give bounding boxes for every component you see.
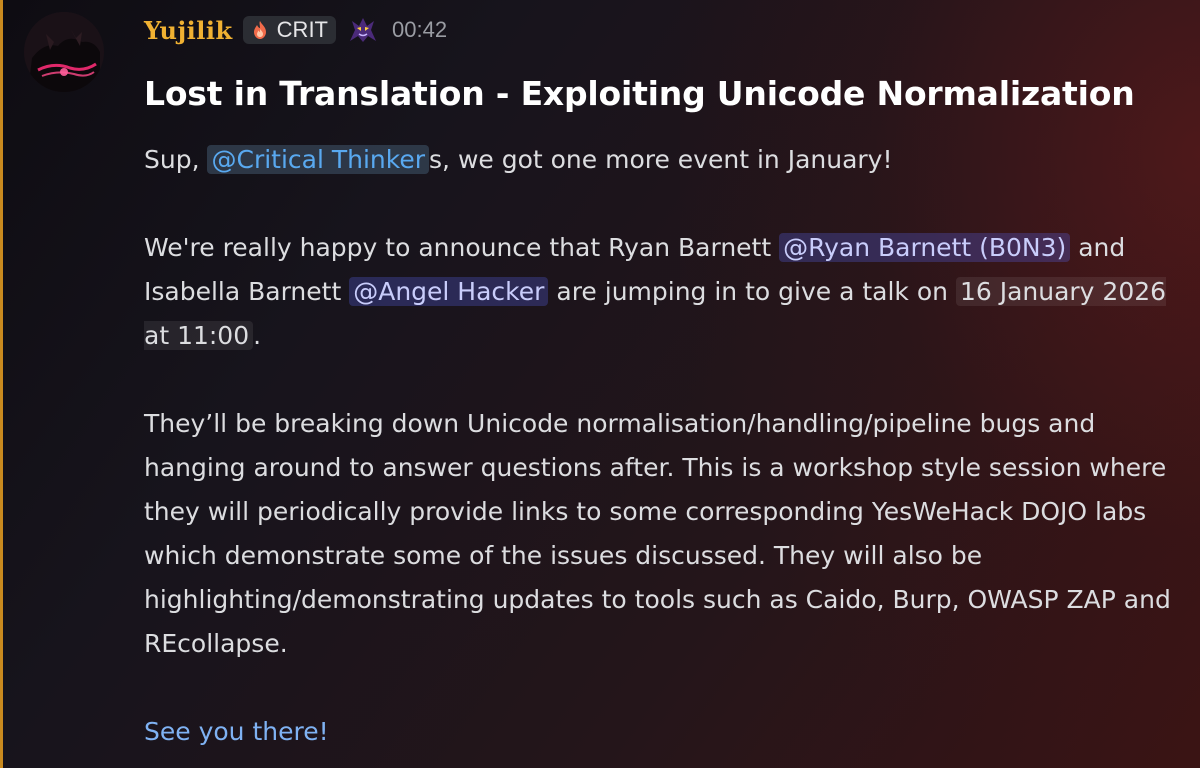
- message-header: Yujilik CRIT 00:42: [144, 12, 447, 48]
- message-body: Sup, @Critical Thinker s, we got one more…: [144, 138, 1184, 754]
- purple-creature-icon: [346, 15, 380, 45]
- author-name[interactable]: Yujilik: [144, 16, 233, 45]
- flame-icon: [249, 19, 271, 41]
- announcement-paragraph: We're really happy to announce that Ryan…: [144, 226, 1184, 358]
- user-mention-ryan[interactable]: @Ryan Barnett (B0N3): [779, 233, 1071, 262]
- greeting-line: Sup, @Critical Thinker s, we got one more…: [144, 138, 1184, 182]
- details-paragraph: They’ll be breaking down Unicode normali…: [144, 409, 1171, 658]
- message-title: Lost in Translation - Exploiting Unicode…: [144, 74, 1135, 113]
- avatar-image: [24, 12, 104, 92]
- greeting-text: s, we got one more event in January!: [429, 145, 893, 174]
- role-badge-label: CRIT: [276, 17, 328, 42]
- signoff-link[interactable]: See you there!: [144, 710, 1184, 754]
- announcement-text: are jumping in to give a talk on: [548, 277, 956, 306]
- role-mention[interactable]: @Critical Thinker: [207, 145, 430, 174]
- announcement-text: .: [253, 321, 262, 350]
- user-mention-angel[interactable]: @Angel Hacker: [349, 277, 549, 306]
- greeting-text: Sup,: [144, 145, 208, 174]
- role-badge[interactable]: CRIT: [242, 16, 336, 44]
- announcement-text: We're really happy to announce that Ryan…: [144, 233, 780, 262]
- user-avatar[interactable]: [24, 12, 104, 92]
- message-timestamp[interactable]: 00:42: [392, 17, 447, 43]
- highlight-rail: [0, 0, 3, 768]
